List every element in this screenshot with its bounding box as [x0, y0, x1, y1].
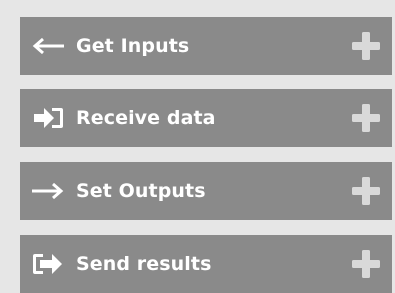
panel-label: Receive data: [76, 107, 216, 129]
panel-get-inputs[interactable]: Get Inputs: [20, 17, 392, 75]
arrow-left-icon: [30, 34, 66, 58]
panel-label: Set Outputs: [76, 180, 206, 202]
panel-send-results[interactable]: Send results: [20, 235, 392, 293]
plus-icon[interactable]: [352, 177, 380, 205]
plus-icon[interactable]: [352, 104, 380, 132]
panel-label: Get Inputs: [76, 35, 190, 57]
plus-icon[interactable]: [352, 32, 380, 60]
panel-label: Send results: [76, 253, 212, 275]
sign-in-icon: [30, 106, 66, 130]
arrow-right-icon: [30, 179, 66, 203]
sign-out-icon: [30, 252, 66, 276]
panel-set-outputs[interactable]: Set Outputs: [20, 162, 392, 220]
panel-receive-data[interactable]: Receive data: [20, 89, 392, 147]
plus-icon[interactable]: [352, 250, 380, 278]
